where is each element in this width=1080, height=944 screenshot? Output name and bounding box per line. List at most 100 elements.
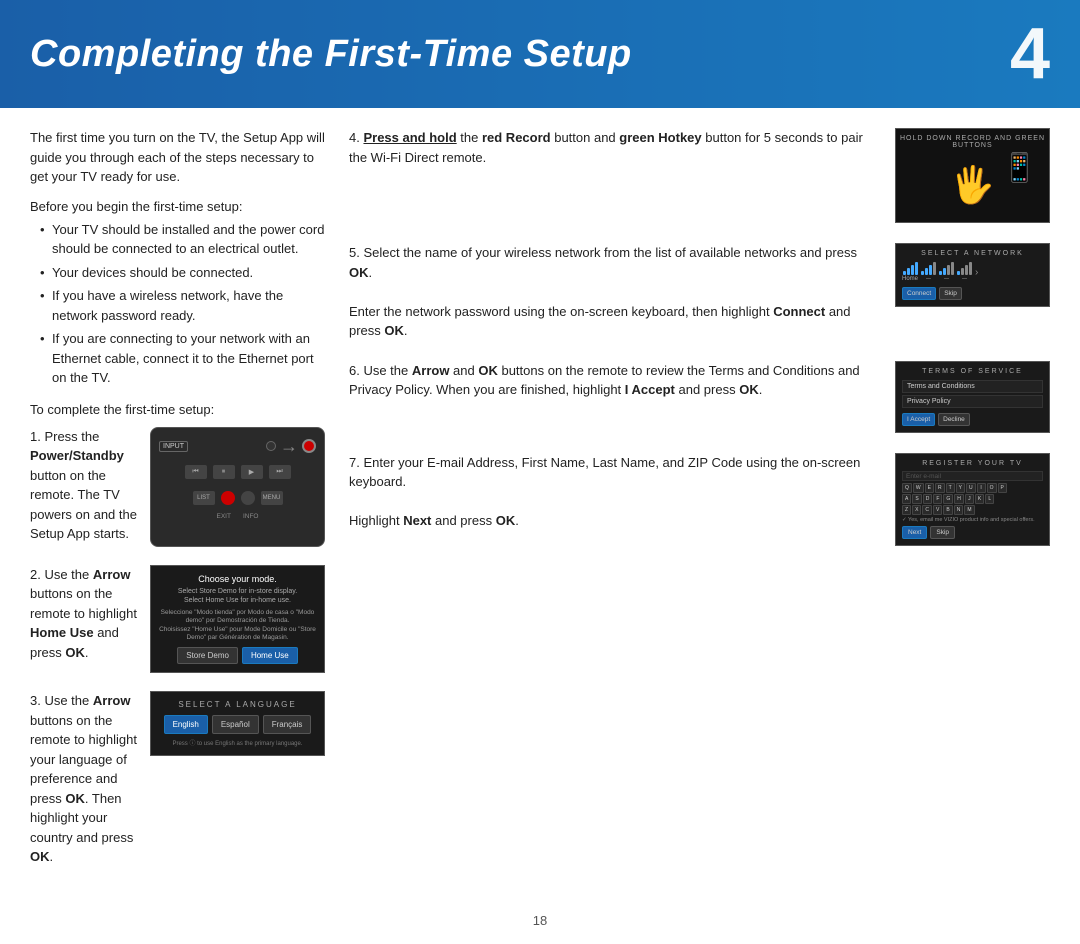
- keyboard-row-2: ASDFGHJKL: [902, 494, 1043, 504]
- list-item: If you are connecting to your network wi…: [40, 329, 325, 388]
- terms-buttons: I Accept Decline: [902, 413, 1043, 426]
- terms-screen: TERMS OF SERVICE Terms and Conditions Pr…: [895, 361, 1050, 433]
- chapter-number: 4: [1010, 18, 1050, 90]
- remote-nav-row: ⏮ ⏸ ▶ ⏭: [185, 465, 291, 479]
- network-name-4: —: [962, 276, 967, 282]
- step-2-image: Choose your mode. Select Store Demo for …: [150, 565, 325, 674]
- network-name-1: Home: [902, 276, 918, 282]
- register-buttons: Next Skip: [902, 526, 1043, 539]
- language-screen: SELECT A LANGUAGE English Español França…: [150, 691, 325, 756]
- network-icons: Home —: [902, 262, 1043, 282]
- list-item: If you have a wireless network, have the…: [40, 286, 325, 325]
- register-title: REGISTER YOUR TV: [902, 460, 1043, 467]
- register-screen: REGISTER YOUR TV Enter e-mail QWERTYUIOP…: [895, 453, 1050, 546]
- step-7-para2: Highlight Next and press OK.: [349, 511, 883, 531]
- wifi-bars-1: [903, 262, 918, 275]
- step-3-label: 3. Use the Arrow buttons on the remote t…: [30, 693, 137, 864]
- step-4-label: 4. Press and hold the red Record button …: [349, 130, 863, 165]
- hold-label: HOLD DOWN RECORD AND GREEN BUTTONS: [896, 135, 1049, 149]
- network-icon-3: —: [939, 262, 954, 282]
- espanol-btn[interactable]: Español: [212, 715, 259, 734]
- menu-btn: MENU: [261, 491, 283, 505]
- choose-mode-subtitle: Select Store Demo for in-store display.S…: [159, 587, 316, 605]
- wifi-bars-4: [957, 262, 972, 275]
- skip-btn[interactable]: Skip: [939, 287, 962, 300]
- step-1: 1. Press the Power/Standby button on the…: [30, 427, 325, 547]
- step-1-text: 1. Press the Power/Standby button on the…: [30, 427, 140, 544]
- step-6-image: TERMS OF SERVICE Terms and Conditions Pr…: [895, 361, 1050, 433]
- email-field: Enter e-mail: [902, 471, 1043, 481]
- network-icon-1: Home: [902, 262, 918, 282]
- lang-title: SELECT A LANGUAGE: [159, 700, 316, 709]
- step-2-label: 2. Use the Arrow buttons on the remote t…: [30, 567, 137, 660]
- step-3: 3. Use the Arrow buttons on the remote t…: [30, 691, 325, 867]
- connect-btn[interactable]: Connect: [902, 287, 936, 300]
- remote-top-bar: INPUT →: [159, 436, 316, 457]
- network-name-2: —: [926, 276, 931, 282]
- network-title: SELECT A NETWORK: [902, 250, 1043, 257]
- hand-icon: 🖐: [950, 164, 995, 206]
- terms-item-1: Terms and Conditions: [902, 380, 1043, 393]
- wifi-bars-2: [921, 262, 936, 275]
- prerequisites-list: Your TV should be installed and the powe…: [30, 220, 325, 388]
- decline-btn[interactable]: Decline: [938, 413, 970, 426]
- step-3-text: 3. Use the Arrow buttons on the remote t…: [30, 691, 140, 867]
- step-4: 4. Press and hold the red Record button …: [349, 128, 1050, 223]
- network-icon-4: —: [957, 262, 972, 282]
- remote-bottom-row: LIST MENU: [193, 491, 283, 505]
- remote-exit-row: EXIT INFO: [217, 513, 259, 520]
- step-7-para1: 7. Enter your E-mail Address, First Name…: [349, 453, 883, 492]
- remote-icon: 📱: [1002, 151, 1037, 184]
- step-6-label: 6. Use the Arrow and OK buttons on the r…: [349, 363, 860, 398]
- page-number: 18: [0, 905, 1080, 944]
- accept-btn[interactable]: I Accept: [902, 413, 935, 426]
- store-demo-btn[interactable]: Store Demo: [177, 647, 238, 664]
- choose-mode-buttons: Store Demo Home Use: [159, 647, 316, 664]
- step-2: 2. Use the Arrow buttons on the remote t…: [30, 565, 325, 674]
- choose-mode-small: Seleccione "Modo tienda" por Modo de cas…: [159, 609, 316, 643]
- input-btn: INPUT: [159, 441, 188, 452]
- list-item: Your devices should be connected.: [40, 263, 325, 283]
- step-4-image: HOLD DOWN RECORD AND GREEN BUTTONS 🖐 📱: [895, 128, 1050, 223]
- before-title: Before you begin the first-time setup:: [30, 199, 325, 214]
- step-2-text: 2. Use the Arrow buttons on the remote t…: [30, 565, 140, 663]
- step-6-text: 6. Use the Arrow and OK buttons on the r…: [349, 361, 883, 400]
- terms-item-2: Privacy Policy: [902, 395, 1043, 408]
- step-1-label: 1. Press the Power/Standby button on the…: [30, 429, 137, 542]
- intro-paragraph: The first time you turn on the TV, the S…: [30, 128, 325, 187]
- main-content: The first time you turn on the TV, the S…: [0, 108, 1080, 905]
- rewind-btn: ⏮: [185, 465, 207, 479]
- network-icon-2: —: [921, 262, 936, 282]
- hold-buttons-screen: HOLD DOWN RECORD AND GREEN BUTTONS 🖐 📱: [895, 128, 1050, 223]
- choose-mode-title: Choose your mode.: [159, 574, 316, 584]
- play-btn: ▶: [241, 465, 263, 479]
- ff-btn: ⏭: [269, 465, 291, 479]
- wifi-bars-3: [939, 262, 954, 275]
- left-column: The first time you turn on the TV, the S…: [30, 128, 325, 885]
- francais-btn[interactable]: Français: [263, 715, 312, 734]
- terms-title: TERMS OF SERVICE: [902, 368, 1043, 375]
- stop-btn: [241, 491, 255, 505]
- network-name-3: —: [944, 276, 949, 282]
- right-column: 4. Press and hold the red Record button …: [349, 128, 1050, 885]
- step-5-image: SELECT A NETWORK Home: [895, 243, 1050, 307]
- english-btn[interactable]: English: [164, 715, 208, 734]
- step-7: 7. Enter your E-mail Address, First Name…: [349, 453, 1050, 546]
- choose-mode-screen: Choose your mode. Select Store Demo for …: [150, 565, 325, 674]
- skip-reg-btn[interactable]: Skip: [930, 526, 955, 539]
- pause-btn: ⏸: [213, 465, 235, 479]
- home-use-btn[interactable]: Home Use: [242, 647, 298, 664]
- step-4-text: 4. Press and hold the red Record button …: [349, 128, 883, 167]
- step-1-image: INPUT → ⏮ ⏸ ▶ ⏭: [150, 427, 325, 547]
- power-button: [302, 439, 316, 453]
- next-btn[interactable]: Next: [902, 526, 927, 539]
- page-header: Completing the First-Time Setup 4: [0, 0, 1080, 108]
- list-btn: LIST: [193, 491, 215, 505]
- network-screen: SELECT A NETWORK Home: [895, 243, 1050, 307]
- lang-note: Press ⓘ to use English as the primary la…: [159, 738, 316, 747]
- keyboard-row-3: ZXCVBNM: [902, 505, 1043, 515]
- step-7-text: 7. Enter your E-mail Address, First Name…: [349, 453, 883, 531]
- complete-title: To complete the first-time setup:: [30, 402, 325, 417]
- step-3-image: SELECT A LANGUAGE English Español França…: [150, 691, 325, 756]
- register-checkbox: ✓ Yes, email me VIZIO product info and s…: [902, 517, 1043, 523]
